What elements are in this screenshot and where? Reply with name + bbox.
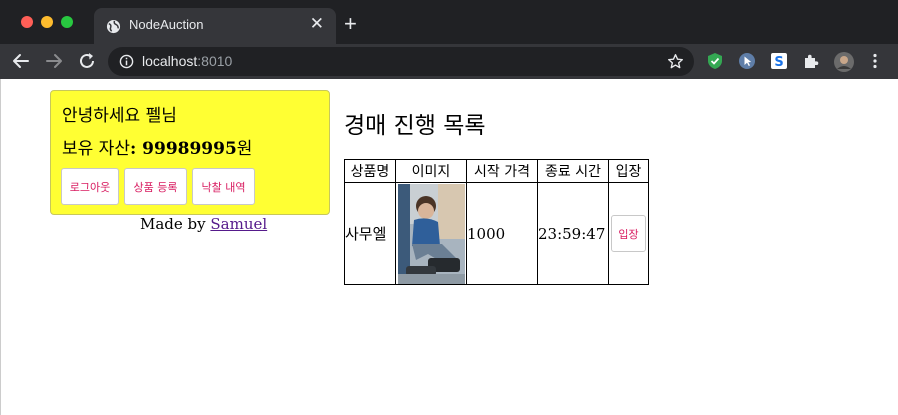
user-info-card: 안녕하세요 펠님 보유 자산: 99989995원 로그아웃 상품 등록 낙찰 … (50, 90, 330, 215)
column-header-name: 상품명 (344, 159, 396, 183)
cell-enter: 입장 (608, 182, 649, 285)
register-item-button[interactable]: 상품 등록 (124, 168, 187, 205)
menu-kebab-icon[interactable] (866, 52, 884, 70)
column-header-end-time: 종료 시간 (537, 159, 609, 183)
asset-line: 보유 자산: 99989995원 (62, 134, 252, 159)
window-maximize-dot[interactable] (61, 16, 73, 28)
column-header-image: 이미지 (395, 159, 467, 183)
profile-avatar-icon[interactable] (834, 52, 854, 72)
cursor-extension-icon[interactable] (738, 52, 756, 70)
back-arrow-icon[interactable] (10, 50, 32, 72)
browser-tab[interactable]: NodeAuction ✕ (94, 8, 336, 44)
browser-toolbar: localhost:8010 S (0, 44, 898, 79)
cell-item-image (395, 182, 467, 285)
shield-extension-icon[interactable] (706, 52, 724, 70)
logout-button[interactable]: 로그아웃 (61, 168, 119, 205)
info-icon[interactable] (119, 54, 134, 73)
auction-table: 상품명 이미지 시작 가격 종료 시간 입장 사무엘 1000 23:59:47… (344, 159, 649, 285)
reload-icon[interactable] (76, 50, 98, 72)
puzzle-extensions-icon[interactable] (802, 52, 820, 70)
s-extension-icon[interactable]: S (770, 52, 788, 70)
bid-history-button[interactable]: 낙찰 내역 (192, 168, 255, 205)
tab-title: NodeAuction (129, 17, 204, 32)
greeting-text: 안녕하세요 펠님 (62, 106, 177, 126)
asset-unit: 원 (236, 139, 253, 159)
url-port: :8010 (197, 53, 233, 69)
browser-tab-bar: NodeAuction ✕ + (0, 0, 898, 44)
forward-arrow-icon[interactable] (43, 50, 65, 72)
globe-icon (106, 19, 121, 38)
made-by-prefix: Made by (140, 215, 211, 233)
window-minimize-dot[interactable] (41, 16, 53, 28)
made-by-footer: Made by Samuel (140, 215, 267, 233)
item-thumbnail-image (397, 183, 465, 284)
enter-auction-button[interactable]: 입장 (611, 215, 646, 252)
asset-value: : 99989995 (129, 139, 237, 159)
tab-close-icon[interactable]: ✕ (310, 15, 324, 33)
cell-item-name: 사무엘 (344, 182, 396, 285)
url-text: localhost:8010 (142, 53, 232, 69)
table-header-row: 상품명 이미지 시작 가격 종료 시간 입장 (344, 159, 649, 183)
new-tab-button[interactable]: + (344, 13, 357, 35)
cell-start-price: 1000 (466, 182, 538, 285)
address-bar[interactable]: localhost:8010 (108, 47, 694, 76)
column-header-start-price: 시작 가격 (466, 159, 538, 183)
column-header-enter: 입장 (608, 159, 649, 183)
page-title: 경매 진행 목록 (344, 113, 486, 139)
author-link[interactable]: Samuel (210, 215, 267, 233)
window-close-dot[interactable] (21, 16, 33, 28)
cell-end-time: 23:59:47 (537, 182, 609, 285)
url-host: localhost (142, 53, 198, 69)
bookmark-star-icon[interactable] (667, 53, 684, 74)
asset-label: 보유 자산 (62, 139, 130, 159)
svg-text:S: S (774, 55, 783, 70)
page-content: 안녕하세요 펠님 보유 자산: 99989995원 로그아웃 상품 등록 낙찰 … (0, 79, 898, 415)
table-row: 사무엘 1000 23:59:47 입장 (344, 182, 649, 285)
